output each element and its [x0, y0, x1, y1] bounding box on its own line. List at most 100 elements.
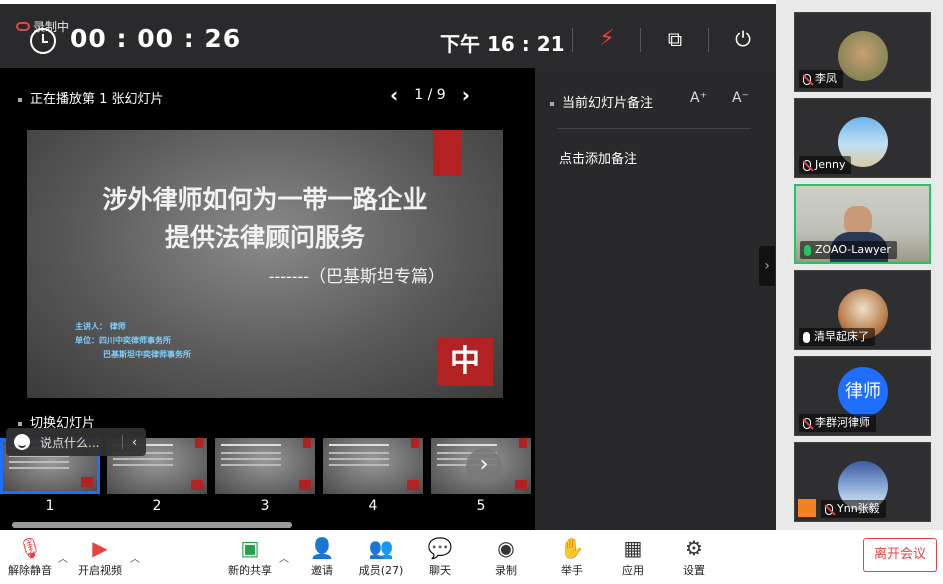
mic-active-icon	[804, 244, 811, 256]
participant-tile-speaking[interactable]: ZOAO-Lawyer	[794, 184, 931, 264]
members-button[interactable]: 👥 成员(27)	[351, 536, 411, 578]
slide-title-line2: 提供法律顾问服务	[164, 223, 365, 252]
current-time: 下午 16 : 21	[440, 32, 565, 56]
top-bar: 录制中 00 : 00 : 26 下午 16 : 21 ⚡ ⧉ ⏻	[0, 4, 776, 68]
collapse-panel-icon[interactable]: ›	[759, 246, 775, 286]
participant-name-tag: ZOAO-Lawyer	[800, 241, 897, 259]
thumbnail-number: 3	[260, 498, 270, 514]
chat-icon: 💬	[427, 536, 453, 560]
new-share-button[interactable]: ▣ 新的共享	[220, 536, 280, 578]
participant-name-tag: 清早起床了	[799, 328, 875, 346]
participant-tile[interactable]: 清早起床了	[794, 270, 931, 350]
mic-icon	[803, 331, 810, 343]
slide-page-indicator: 1 / 9	[414, 87, 446, 103]
start-video-button[interactable]: ▶ 开启视频	[70, 536, 130, 578]
mic-muted-icon	[825, 503, 833, 515]
thumbnail-number: 4	[368, 498, 378, 514]
firm-logo: 中	[437, 338, 493, 386]
apps-label: 应用	[622, 564, 644, 577]
scroll-right-icon[interactable]: ›	[466, 448, 502, 484]
bottom-toolbar: 🎙 解除静音 ︿ ▶ 开启视频 ︿ ▣ 新的共享 ︿ 👤 邀请 👥 成员(27) 💬 聊天 …	[0, 530, 943, 584]
font-decrease-button[interactable]: A⁻	[732, 90, 749, 106]
slide-thumbnail[interactable]	[215, 438, 315, 494]
divider	[708, 28, 709, 52]
next-slide-icon[interactable]: ›	[462, 85, 470, 105]
divider	[557, 128, 751, 129]
chevron-up-icon[interactable]: ︿	[58, 550, 68, 565]
participant-name-tag: 李凤	[799, 70, 843, 88]
mic-muted-icon	[803, 417, 811, 429]
mic-muted-icon	[803, 73, 811, 85]
slide-title-line1: 涉外律师如何为一带一路企业	[102, 185, 428, 214]
participant-list: 李凤 Jenny ZOAO-Lawyer 清早起床了 律师 李群河律师 Ynn张…	[776, 0, 943, 530]
collapse-chat-icon[interactable]: ‹	[122, 435, 146, 449]
switch-window-icon[interactable]: ⧉	[662, 26, 688, 52]
camera-off-icon: ▶	[92, 536, 108, 560]
notes-heading: 当前幻灯片备注	[550, 92, 653, 111]
chevron-up-icon[interactable]: ︿	[130, 550, 140, 565]
apps-icon: ▦	[623, 536, 643, 560]
settings-button[interactable]: ⚙ 设置	[664, 536, 724, 578]
settings-label: 设置	[683, 564, 705, 577]
thumbnail-scrollbar[interactable]	[12, 522, 292, 528]
prev-slide-icon[interactable]: ‹	[390, 85, 398, 105]
emoji-icon[interactable]	[14, 434, 30, 450]
invite-button[interactable]: 👤 邀请	[292, 536, 352, 578]
lightning-icon[interactable]: ⚡	[594, 26, 620, 52]
notes-panel: 当前幻灯片备注 A⁺ A⁻ 点击添加备注	[535, 68, 776, 530]
mic-muted-icon: 🎙	[17, 536, 43, 560]
thumbnail-number: 1	[45, 498, 55, 514]
participant-name-tag: Jenny	[799, 156, 852, 174]
slide-info-line: 主讲人： 律师	[75, 322, 126, 331]
chevron-up-icon[interactable]: ︿	[279, 550, 289, 565]
meeting-timer: 00 : 00 : 26	[70, 24, 242, 53]
divider	[640, 28, 641, 52]
participant-tile[interactable]: 李凤	[794, 12, 931, 92]
start-video-label: 开启视频	[78, 564, 122, 577]
participant-tile[interactable]: 律师 李群河律师	[794, 356, 931, 436]
participant-tile[interactable]: Ynn张毅	[794, 442, 931, 522]
participant-name-tag: 李群河律师	[799, 414, 876, 432]
record-button[interactable]: ◉ 录制	[476, 536, 536, 578]
hand-icon: ✋	[559, 536, 585, 560]
chat-button[interactable]: 💬 聊天	[410, 536, 470, 578]
slide-info: 主讲人： 律师 单位：四川中奕律师事务所 巴基斯坦中奕律师事务所	[75, 320, 191, 362]
thumbnail-number: 2	[152, 498, 162, 514]
slide-info-line: 巴基斯坦中奕律师事务所	[103, 350, 191, 359]
slide-info-line: 单位：四川中奕律师事务所	[75, 336, 171, 345]
font-increase-button[interactable]: A⁺	[690, 90, 707, 106]
thumbnail-number: 5	[476, 498, 486, 514]
slide-thumbnail[interactable]	[323, 438, 423, 494]
cloud-record-icon	[16, 22, 30, 31]
add-user-icon: 👤	[309, 536, 335, 560]
participant-name: 李凤	[815, 72, 837, 85]
record-label: 录制	[495, 564, 517, 577]
apps-button[interactable]: ▦ 应用	[603, 536, 663, 578]
chat-input[interactable]: 说点什么...	[40, 434, 122, 451]
user-icon	[798, 499, 816, 517]
members-label: 成员(27)	[358, 564, 404, 577]
slide-red-bar	[433, 130, 461, 176]
playing-slide-heading: 正在播放第 1 张幻灯片	[18, 88, 164, 107]
screen-share-icon: ▣	[240, 536, 260, 560]
leave-meeting-button[interactable]: 离开会议	[863, 538, 937, 572]
members-icon: 👥	[368, 536, 394, 560]
avatar: 律师	[838, 367, 888, 417]
participant-name: 李群河律师	[815, 416, 870, 429]
new-share-label: 新的共享	[228, 564, 272, 577]
mic-muted-icon	[803, 159, 811, 171]
meeting-window: 录制中 00 : 00 : 26 下午 16 : 21 ⚡ ⧉ ⏻ 正在播放第 …	[0, 0, 943, 584]
unmute-button[interactable]: 🎙 解除静音	[0, 536, 60, 578]
chat-label: 聊天	[429, 564, 451, 577]
raise-hand-label: 举手	[561, 564, 583, 577]
power-icon[interactable]: ⏻	[730, 26, 756, 52]
record-icon: ◉	[497, 536, 515, 560]
clock-icon	[30, 28, 56, 54]
add-note-link[interactable]: 点击添加备注	[559, 148, 637, 167]
participant-tile[interactable]: Jenny	[794, 98, 931, 178]
avatar	[838, 31, 888, 81]
raise-hand-button[interactable]: ✋ 举手	[542, 536, 602, 578]
divider	[572, 28, 573, 52]
invite-label: 邀请	[311, 564, 333, 577]
gear-icon: ⚙	[685, 536, 703, 560]
